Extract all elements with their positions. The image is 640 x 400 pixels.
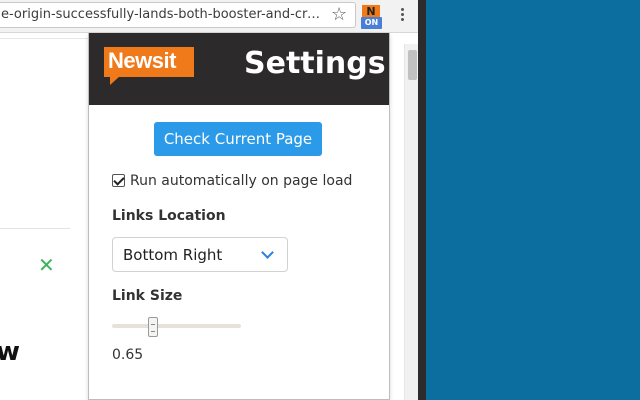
window-border [418, 0, 426, 400]
url-text[interactable]: e-origin-successfully-lands-both-booster… [1, 7, 323, 22]
link-size-label: Link Size [112, 288, 183, 304]
divider [0, 38, 88, 39]
scrollbar-thumb[interactable] [408, 50, 417, 80]
chevron-down-icon [261, 246, 274, 259]
popup-header: Newsit Settings [89, 33, 389, 105]
slider-handle[interactable] [147, 317, 158, 337]
newsit-logo: Newsit [104, 47, 194, 85]
page-heading-fragment: w [0, 337, 21, 367]
newsit-extension-icon[interactable]: N ON [361, 5, 382, 29]
links-location-label: Links Location [112, 208, 226, 224]
bookmark-star-icon[interactable]: ☆ [331, 5, 347, 25]
link-size-value: 0.65 [112, 347, 144, 363]
browser-toolbar: e-origin-successfully-lands-both-booster… [0, 0, 418, 33]
desktop-background [426, 0, 640, 400]
links-location-select[interactable]: Bottom Right [112, 237, 288, 272]
divider [0, 228, 70, 229]
link-size-slider[interactable] [112, 324, 241, 328]
auto-run-checkbox[interactable] [112, 174, 125, 187]
extension-badge: ON [361, 17, 382, 29]
page-scrollbar[interactable] [404, 44, 418, 400]
close-icon[interactable]: ✕ [38, 255, 55, 275]
auto-run-label[interactable]: Run automatically on page load [130, 173, 352, 189]
page-title: Settings [244, 46, 386, 81]
selected-location: Bottom Right [123, 246, 223, 264]
settings-popup: Newsit Settings Check Current Page Run a… [88, 33, 390, 400]
address-bar[interactable]: e-origin-successfully-lands-both-booster… [0, 2, 356, 28]
browser-menu-icon[interactable] [396, 6, 408, 26]
logo-text: Newsit [108, 48, 176, 73]
check-current-page-button[interactable]: Check Current Page [154, 122, 322, 156]
